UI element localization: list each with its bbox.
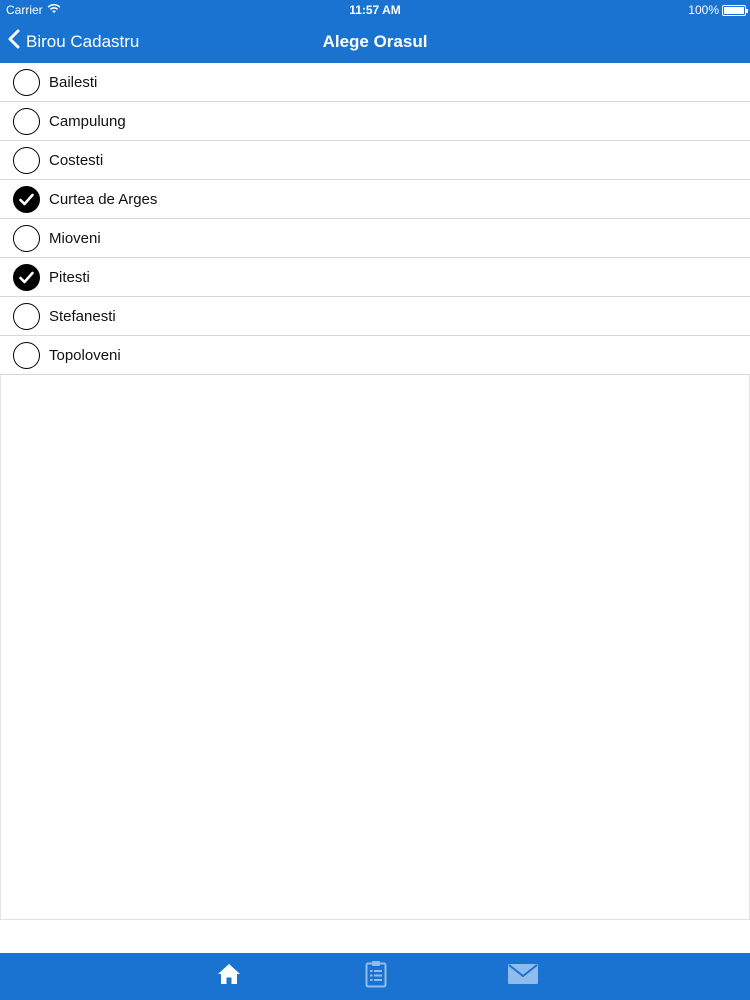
radio-unchecked-icon[interactable] bbox=[13, 225, 40, 252]
radio-unchecked-icon[interactable] bbox=[13, 342, 40, 369]
list-item-label: Mioveni bbox=[49, 230, 101, 247]
radio-unchecked-icon[interactable] bbox=[13, 303, 40, 330]
navigation-bar: Birou Cadastru Alege Orasul bbox=[0, 20, 750, 63]
radio-unchecked-icon[interactable] bbox=[13, 147, 40, 174]
list-item-label: Costesti bbox=[49, 152, 104, 169]
tab-bar bbox=[0, 953, 750, 1000]
tab-mail[interactable] bbox=[449, 953, 596, 1000]
page-title: Alege Orasul bbox=[322, 32, 428, 51]
list-item-curtea-de-arges[interactable]: Curtea de Arges bbox=[0, 180, 750, 219]
battery-percent: 100% bbox=[688, 3, 719, 17]
list-item-campulung[interactable]: Campulung bbox=[0, 102, 750, 141]
status-time: 11:57 AM bbox=[349, 3, 401, 17]
list-item-label: Pitesti bbox=[49, 269, 90, 286]
screen: Carrier 11:57 AM 100% Birou Cadastru Ale… bbox=[0, 0, 750, 1000]
list-item-label: Curtea de Arges bbox=[49, 191, 158, 208]
radio-unchecked-icon[interactable] bbox=[13, 69, 40, 96]
empty-content-area bbox=[0, 375, 750, 920]
battery-icon bbox=[722, 4, 748, 16]
list-item-label: Bailesti bbox=[49, 74, 98, 91]
status-bar: Carrier 11:57 AM 100% bbox=[0, 0, 750, 20]
list-item-label: Topoloveni bbox=[49, 347, 121, 364]
list-item-topoloveni[interactable]: Topoloveni bbox=[0, 336, 750, 375]
checkmark-icon[interactable] bbox=[13, 264, 40, 291]
checkmark-icon[interactable] bbox=[13, 186, 40, 213]
tab-home[interactable] bbox=[155, 953, 302, 1000]
list-item-label: Campulung bbox=[49, 113, 126, 130]
list-item-costesti[interactable]: Costesti bbox=[0, 141, 750, 180]
mail-icon bbox=[507, 964, 538, 989]
tab-clipboard[interactable] bbox=[302, 953, 449, 1000]
list-item-stefanesti[interactable]: Stefanesti bbox=[0, 297, 750, 336]
list-item-label: Stefanesti bbox=[49, 308, 116, 325]
clipboard-icon bbox=[365, 960, 387, 993]
status-right: 100% bbox=[688, 3, 748, 17]
city-list: Bailesti Campulung Costesti Curtea de Ar… bbox=[0, 63, 750, 375]
list-item-mioveni[interactable]: Mioveni bbox=[0, 219, 750, 258]
list-item-bailesti[interactable]: Bailesti bbox=[0, 63, 750, 102]
radio-unchecked-icon[interactable] bbox=[13, 108, 40, 135]
home-icon bbox=[217, 963, 241, 990]
list-item-pitesti[interactable]: Pitesti bbox=[0, 258, 750, 297]
